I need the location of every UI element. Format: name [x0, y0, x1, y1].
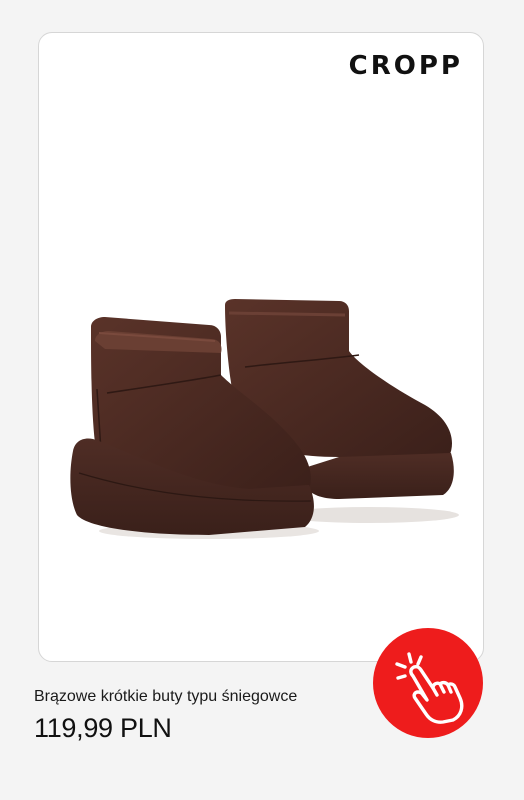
product-card[interactable]: CROPP	[38, 32, 484, 662]
tap-cta-button[interactable]	[373, 628, 483, 738]
product-image	[70, 299, 459, 539]
product-title[interactable]: Brązowe krótkie buty typu śniegowce	[34, 688, 297, 706]
tap-hand-icon	[395, 652, 464, 724]
product-price: 119,99 PLN	[34, 713, 172, 743]
